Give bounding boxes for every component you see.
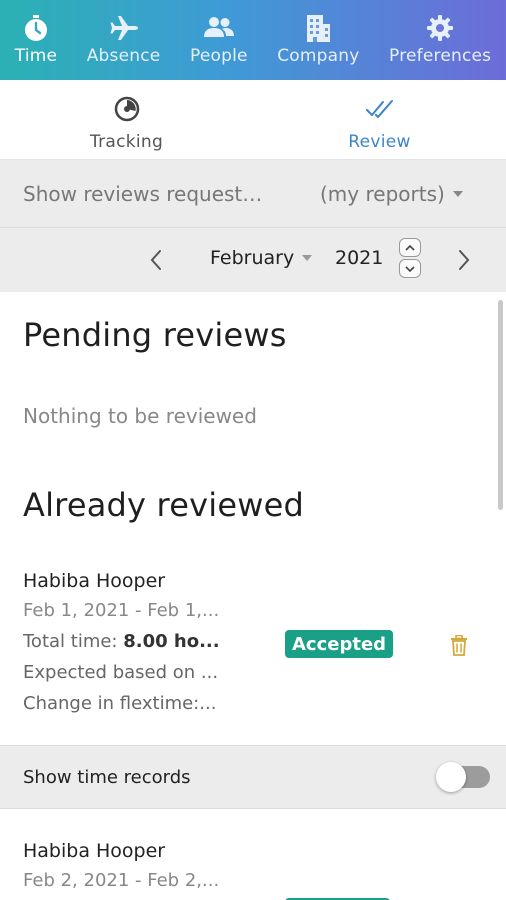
subtab-review[interactable]: Review	[253, 80, 506, 159]
already-reviewed-title: Already reviewed	[23, 486, 304, 524]
reports-filter-value: (my reports)	[320, 181, 445, 206]
nav-label-preferences: Preferences	[389, 46, 492, 66]
chevron-down-icon	[452, 190, 463, 197]
filter-description: Show reviews request…	[23, 181, 263, 206]
year-increment-button[interactable]	[399, 238, 421, 257]
trash-icon	[451, 634, 467, 656]
chevron-down-icon	[302, 255, 313, 261]
nav-tab-absence[interactable]: Absence	[72, 0, 175, 80]
status-badge: Accepted	[285, 630, 394, 658]
pending-empty-note: Nothing to be reviewed	[23, 404, 257, 428]
subtab-tracking[interactable]: Tracking	[0, 80, 253, 159]
review-employee-name: Habiba Hooper	[23, 570, 166, 592]
gear-icon	[423, 12, 457, 44]
total-time-value: 8.00 ho...	[123, 631, 220, 652]
review-employee-name: Habiba Hooper	[23, 840, 166, 862]
total-time-label: Total time:	[23, 631, 118, 652]
building-icon	[301, 12, 335, 44]
toggle-knob	[436, 762, 466, 792]
pending-reviews-title: Pending reviews	[23, 316, 287, 354]
nav-label-absence: Absence	[86, 46, 161, 66]
double-check-icon	[365, 94, 395, 124]
scrollbar[interactable]	[498, 300, 503, 510]
people-icon	[202, 12, 236, 44]
chevron-up-icon	[405, 244, 415, 251]
review-content: Pending reviews Nothing to be reviewed A…	[0, 292, 506, 900]
nav-label-company: Company	[277, 46, 360, 66]
year-stepper	[399, 238, 421, 280]
reports-filter-select[interactable]: (my reports)	[320, 182, 463, 206]
review-expected: Expected based on ...	[23, 662, 219, 683]
review-flextime: Change in flextime:...	[23, 693, 217, 714]
airplane-icon	[107, 12, 141, 44]
nav-label-people: People	[189, 46, 248, 66]
month-select[interactable]: February	[210, 247, 313, 269]
review-filter-bar: Show reviews request… (my reports)	[0, 160, 506, 228]
delete-review-button[interactable]	[449, 634, 469, 656]
show-time-records-row: Show time records	[0, 745, 506, 809]
subtab-label-tracking: Tracking	[89, 132, 164, 152]
subtab-label-review: Review	[348, 132, 411, 152]
month-value: February	[210, 247, 295, 269]
previous-month-button[interactable]	[142, 246, 170, 274]
stopwatch-icon	[19, 12, 53, 44]
review-date-range: Feb 1, 2021 - Feb 1,...	[23, 600, 220, 621]
year-decrement-button[interactable]	[399, 259, 421, 278]
time-subtabs: Tracking Review	[0, 80, 506, 160]
chevron-left-icon	[150, 250, 161, 270]
show-time-records-label: Show time records	[23, 766, 191, 788]
nav-tab-time[interactable]: Time	[0, 0, 72, 80]
timer-icon	[112, 94, 142, 124]
year-value: 2021	[335, 247, 384, 269]
chevron-down-icon	[405, 265, 415, 272]
show-time-records-toggle[interactable]	[436, 762, 490, 792]
next-month-button[interactable]	[450, 246, 478, 274]
top-navigation: Time Absence People Company Preferences	[0, 0, 506, 80]
nav-label-time: Time	[14, 46, 58, 66]
review-total-time: Total time: 8.00 ho...	[23, 631, 239, 652]
period-selector: February 2021	[0, 228, 506, 292]
chevron-right-icon	[459, 250, 470, 270]
nav-tab-preferences[interactable]: Preferences	[374, 0, 506, 80]
nav-tab-company[interactable]: Company	[262, 0, 374, 80]
review-date-range: Feb 2, 2021 - Feb 2,...	[23, 870, 220, 891]
nav-tab-people[interactable]: People	[175, 0, 262, 80]
